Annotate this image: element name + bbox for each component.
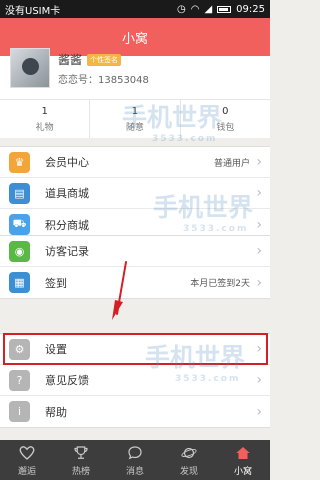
info-icon: i (9, 401, 30, 422)
chevron-right-icon: › (256, 154, 262, 170)
chevron-right-icon: › (256, 243, 262, 259)
tab-home[interactable]: 小窝 (216, 440, 270, 480)
tab-encounter[interactable]: 邂逅 (0, 440, 54, 480)
store-icon: ▤ (9, 182, 30, 204)
avatar[interactable] (10, 48, 50, 88)
member-center-row[interactable]: ♛ 会员中心 普通用户 › (0, 147, 270, 178)
stat-gift[interactable]: 1 礼物 (0, 100, 91, 138)
battery-icon (217, 5, 232, 13)
menu-group-3: ⚙ 设置 › ? 意见反馈 › i 帮助 › (0, 333, 270, 428)
chat-icon (128, 445, 142, 459)
chevron-right-icon: › (256, 341, 262, 357)
alarm-icon: ◷ (177, 3, 186, 15)
bottom-tab-bar: 邂逅 热榜 消息 发现 小窝 (0, 440, 270, 480)
menu-group-2: ◉ 访客记录 › ▦ 签到 本月已签到2天 › (0, 235, 270, 299)
calendar-icon: ▦ (9, 272, 30, 293)
chevron-right-icon: › (256, 403, 262, 420)
planet-icon (181, 447, 197, 458)
status-time: 09:25 (236, 3, 265, 15)
chevron-right-icon: › (256, 372, 262, 388)
chevron-right-icon: › (256, 216, 262, 233)
love-number: 恋恋号：13853048 (58, 75, 149, 86)
settings-row[interactable]: ⚙ 设置 › (0, 334, 270, 365)
nickname: 酱酱 (58, 53, 83, 67)
eye-icon: ◉ (9, 240, 30, 262)
stat-wallet[interactable]: 0 钱包 (181, 100, 270, 138)
tab-hot-list[interactable]: 热榜 (54, 440, 108, 480)
cart-icon: ⛟ (9, 214, 30, 235)
prop-store-row[interactable]: ▤ 道具商城 › (0, 178, 270, 209)
status-bar: 没有USIM卡 ◷ ◠ ◢ 09:25 (0, 0, 270, 18)
chevron-right-icon: › (256, 185, 262, 201)
question-icon: ? (9, 369, 30, 391)
heart-icon (19, 445, 35, 460)
feedback-row[interactable]: ? 意见反馈 › (0, 365, 270, 396)
profile-card[interactable]: 酱酱 个性签名 恋恋号：13853048 (0, 48, 270, 99)
visitor-record-row[interactable]: ◉ 访客记录 › (0, 236, 270, 267)
menu-group-1: ♛ 会员中心 普通用户 › ▤ 道具商城 › ⛟ 积分商城 › (0, 146, 270, 241)
carrier-label: 没有USIM卡 (5, 5, 61, 17)
help-row[interactable]: i 帮助 › (0, 396, 270, 427)
tab-messages[interactable]: 消息 (108, 440, 162, 480)
stats-bar: 1 礼物 1 随意 0 钱包 (0, 99, 270, 138)
gear-icon: ⚙ (9, 338, 30, 360)
checkin-row[interactable]: ▦ 签到 本月已签到2天 › (0, 267, 270, 298)
tab-discover[interactable]: 发现 (162, 440, 216, 480)
stat-follow[interactable]: 1 随意 (90, 100, 181, 138)
trophy-icon (74, 445, 88, 459)
crown-icon: ♛ (9, 151, 30, 173)
signal-icon: ◢ (204, 3, 213, 15)
house-icon (236, 446, 250, 459)
chevron-right-icon: › (256, 274, 262, 291)
signature-badge: 个性签名 (87, 53, 122, 66)
wifi-icon: ◠ (190, 3, 200, 15)
